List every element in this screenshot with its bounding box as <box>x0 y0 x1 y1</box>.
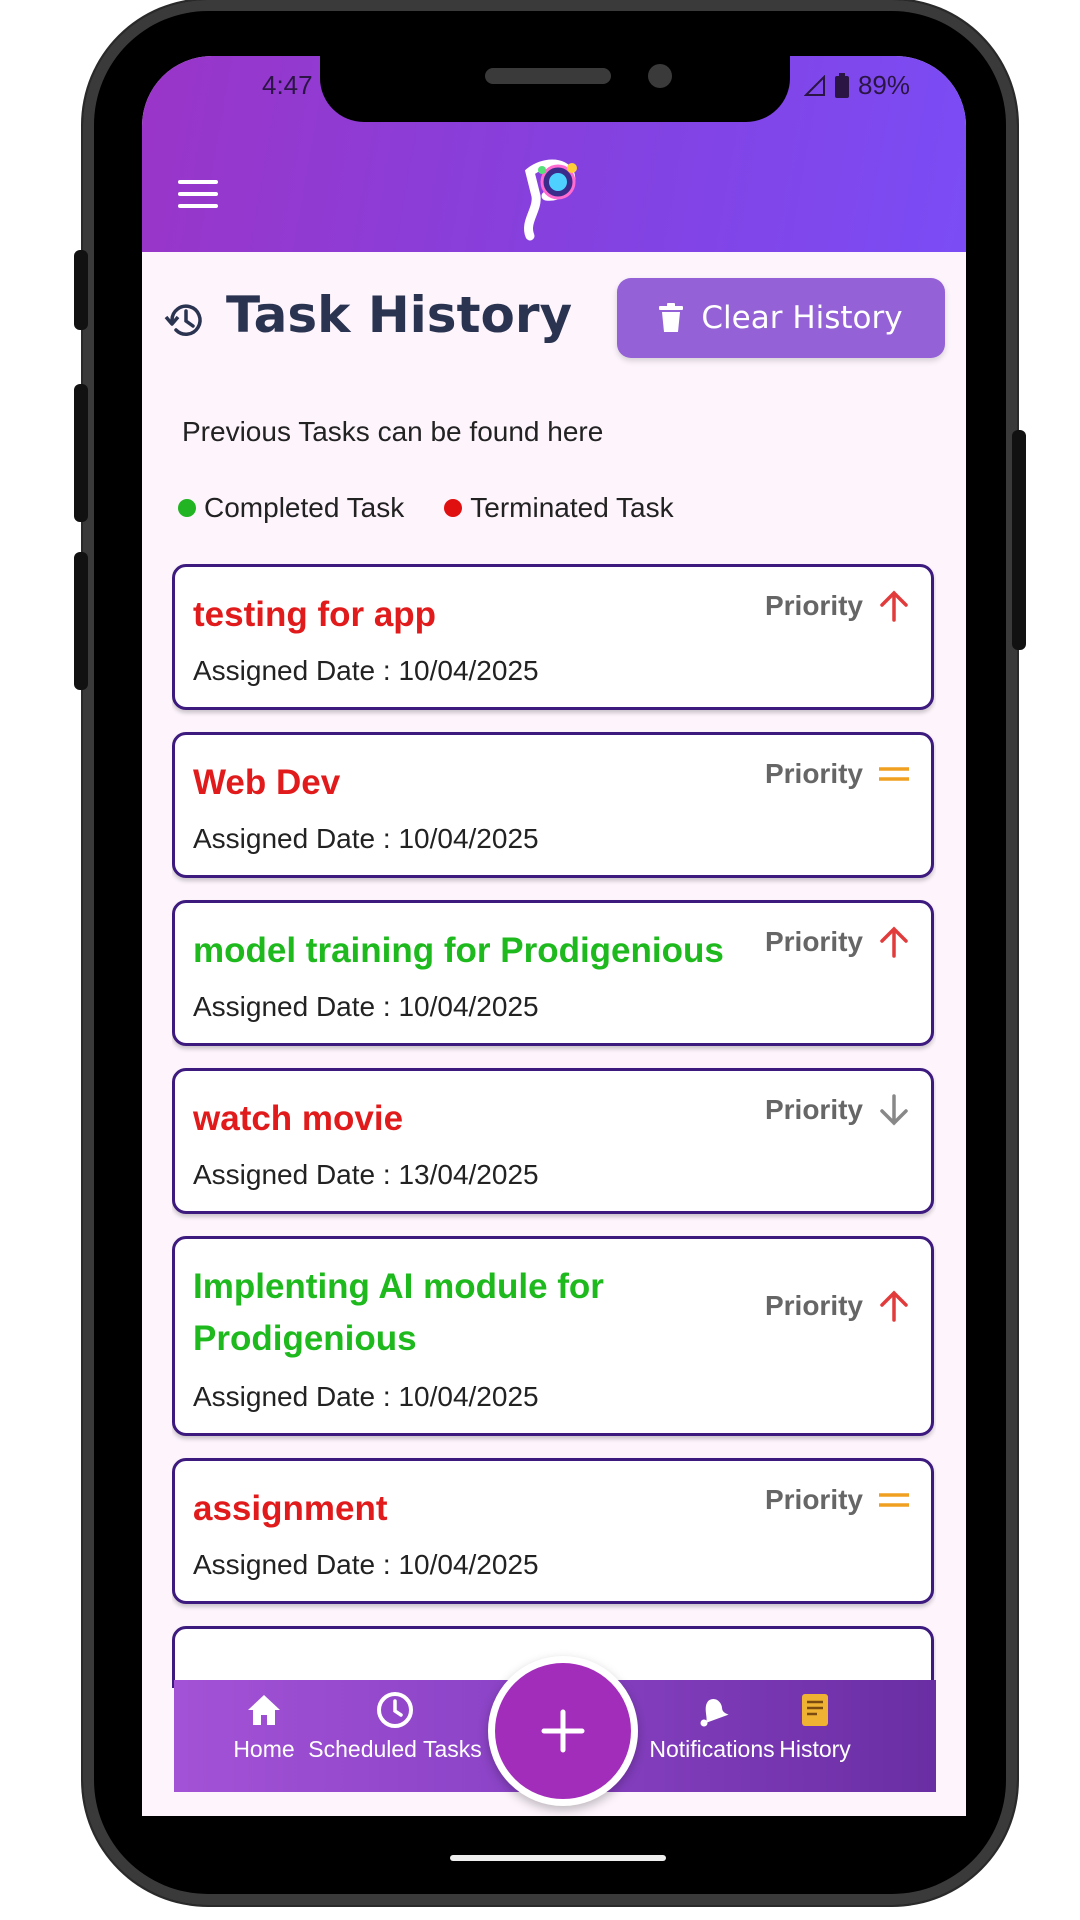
status-legend: Completed Task Terminated Task <box>178 492 674 524</box>
plus-icon <box>541 1709 585 1753</box>
app-header: 4:47 89% <box>142 56 966 252</box>
home-icon <box>248 1695 280 1725</box>
task-card[interactable]: watch movie Priority Assigned Date : 13/… <box>172 1068 934 1214</box>
arrow-up-icon <box>880 590 908 622</box>
hamburger-menu-icon[interactable] <box>178 180 218 208</box>
signal-icon <box>803 74 825 96</box>
nav-home[interactable]: Home <box>222 1690 306 1763</box>
task-card[interactable]: testing for app Priority Assigned Date :… <box>172 564 934 710</box>
mute-switch <box>74 250 88 330</box>
volume-up-button <box>74 384 88 522</box>
nav-scheduled-tasks[interactable]: Scheduled Tasks <box>300 1690 490 1763</box>
priority-label: Priority <box>764 590 863 621</box>
priority-label: Priority <box>764 1094 863 1125</box>
assigned-date: Assigned Date : 10/04/2025 <box>193 1381 539 1412</box>
priority-label: Priority <box>764 758 863 789</box>
terminated-dot <box>444 499 463 517</box>
nav-notifications-label: Notifications <box>649 1736 775 1762</box>
assigned-date: Assigned Date : 13/04/2025 <box>193 1159 539 1190</box>
clear-history-label: Clear History <box>701 300 903 336</box>
clear-history-button[interactable]: Clear History <box>617 278 945 358</box>
assigned-date: Assigned Date : 10/04/2025 <box>193 823 539 854</box>
task-name: Web Dev <box>193 763 341 802</box>
arrow-up-icon <box>880 926 908 958</box>
history-icon <box>164 304 202 336</box>
volume-down-button <box>74 552 88 690</box>
nav-home-label: Home <box>233 1736 295 1762</box>
battery-percent: 89% <box>857 70 910 100</box>
nav-scheduled-tasks-label: Scheduled Tasks <box>308 1736 482 1762</box>
arrow-up-icon <box>880 1290 908 1322</box>
task-name: model training for Prodigenious <box>193 931 724 970</box>
history-scroll-icon <box>802 1694 828 1726</box>
page-title: Task History <box>226 286 573 344</box>
equals-icon <box>879 767 909 781</box>
task-card[interactable]: Implenting AI module for Prodigenious Pr… <box>172 1236 934 1436</box>
app-screen: 4:47 89% Task History Clear History Prev… <box>142 56 966 1816</box>
legend-terminated-label: Terminated Task <box>470 492 674 523</box>
legend-completed: Completed Task <box>178 492 404 524</box>
task-card[interactable]: model training for Prodigenious Priority… <box>172 900 934 1046</box>
task-card[interactable]: Web Dev Priority Assigned Date : 10/04/2… <box>172 732 934 878</box>
task-name: Implenting AI module for Prodigenious <box>193 1267 604 1358</box>
bell-icon <box>700 1698 729 1727</box>
task-name: testing for app <box>193 595 437 634</box>
home-indicator <box>450 1855 666 1861</box>
arrow-down-icon <box>880 1094 908 1126</box>
task-name: watch movie <box>193 1099 404 1138</box>
legend-terminated: Terminated Task <box>444 492 674 524</box>
status-time: 4:47 <box>262 70 313 100</box>
priority-label: Priority <box>764 1484 863 1515</box>
legend-completed-label: Completed Task <box>204 492 405 523</box>
nav-history-label: History <box>779 1736 851 1762</box>
camera-notch <box>320 56 790 122</box>
equals-icon <box>879 1493 909 1507</box>
task-card[interactable]: assignment Priority Assigned Date : 10/0… <box>172 1458 934 1604</box>
power-button <box>1012 430 1026 650</box>
nav-history[interactable]: History <box>760 1690 870 1763</box>
task-history-list[interactable]: testing for app Priority Assigned Date :… <box>172 564 936 1688</box>
status-indicators: 89% <box>803 70 910 101</box>
front-camera <box>648 64 672 88</box>
assigned-date: Assigned Date : 10/04/2025 <box>193 991 539 1022</box>
page-subtitle: Previous Tasks can be found here <box>182 416 604 447</box>
speaker-grille <box>485 68 611 84</box>
completed-dot <box>178 499 196 517</box>
task-priority: Priority <box>765 1483 911 1517</box>
task-priority: Priority <box>765 589 911 623</box>
priority-label: Priority <box>764 926 863 957</box>
add-task-button[interactable] <box>488 1656 638 1806</box>
task-priority: Priority <box>765 757 911 791</box>
task-priority: Priority <box>765 1289 911 1323</box>
assigned-date: Assigned Date : 10/04/2025 <box>193 655 539 686</box>
battery-icon <box>834 72 849 98</box>
assigned-date: Assigned Date : 10/04/2025 <box>193 1549 539 1580</box>
prodigenious-logo <box>524 159 577 241</box>
priority-label: Priority <box>764 1290 863 1321</box>
task-name: assignment <box>193 1489 388 1528</box>
task-priority: Priority <box>765 1093 911 1127</box>
trash-icon <box>659 303 684 332</box>
clock-icon <box>377 1692 413 1728</box>
task-priority: Priority <box>765 925 911 959</box>
